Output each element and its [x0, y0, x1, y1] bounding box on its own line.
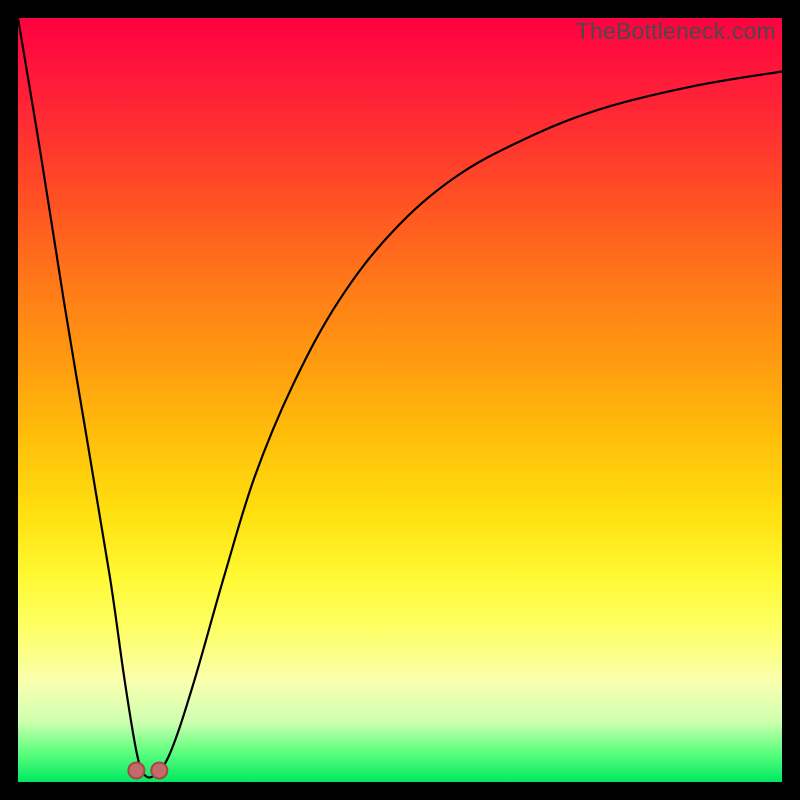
plot-area: TheBottleneck.com: [18, 18, 782, 782]
bottleneck-curve: [18, 18, 782, 777]
chart-frame: TheBottleneck.com: [0, 0, 800, 800]
trough-marker: [151, 763, 167, 779]
chart-svg: [18, 18, 782, 782]
trough-marker: [128, 763, 144, 779]
